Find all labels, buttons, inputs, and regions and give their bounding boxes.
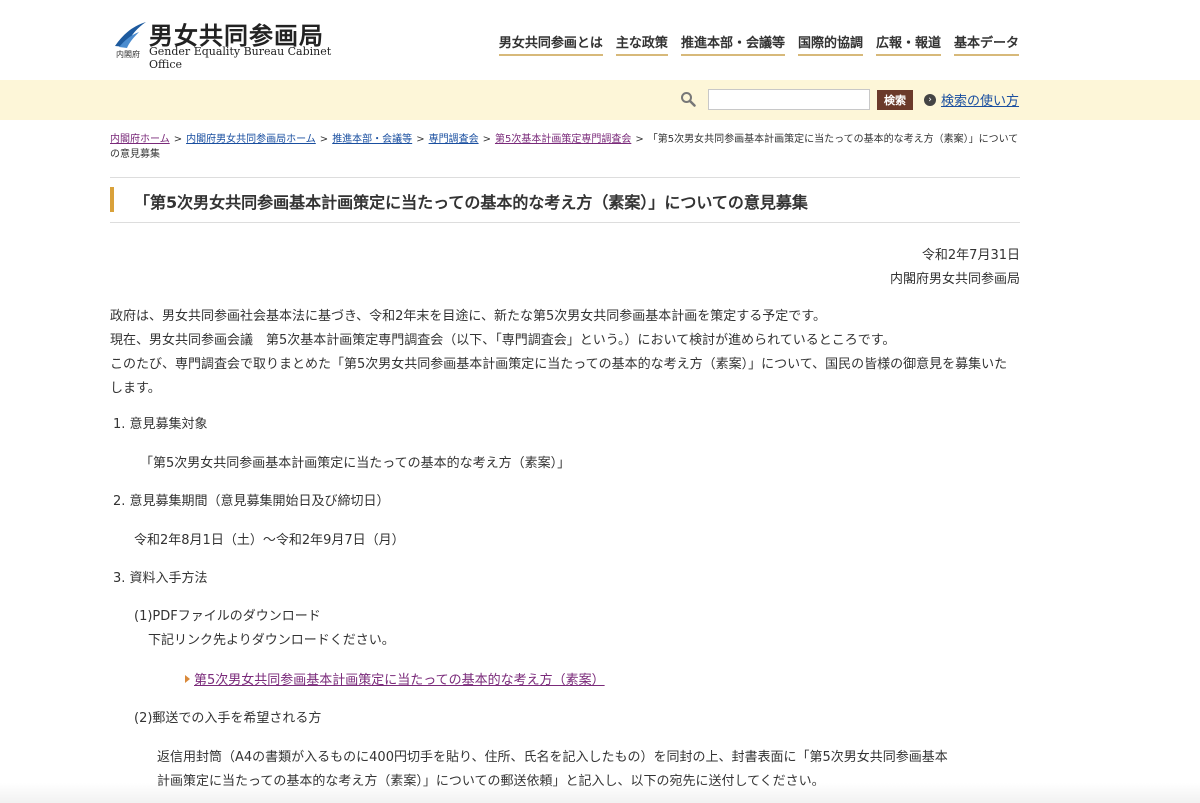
chevron-right-icon: ›: [924, 93, 936, 106]
search-help-link[interactable]: › 検索の使い方: [924, 90, 1019, 109]
breadcrumb: 内閣府ホーム > 内閣府男女共同参画局ホーム > 推進本部・会議等 > 専門調査会 > 第5次基…: [110, 134, 1019, 160]
intro-paragraph: 政府は、男女共同参画社会基本法に基づき、令和2年末を目途に、新たな第5次男女共同…: [110, 309, 826, 324]
pdf-download-link[interactable]: 第5次男女共同参画基本計画策定に当たっての基本的な考え方（素案）: [185, 669, 605, 688]
nav-item-data[interactable]: 基本データ: [953, 32, 1019, 56]
nav-item-council[interactable]: 推進本部・会議等: [680, 32, 785, 56]
section-period-body: 令和2年8月1日（土）～令和2年9月7日（月）: [134, 533, 405, 548]
nav-item-policy[interactable]: 主な政策: [615, 32, 668, 56]
pdf-download-label: 第5次男女共同参画基本計画策定に当たっての基本的な考え方（素案）: [194, 673, 605, 688]
arrow-right-icon: [185, 674, 190, 683]
subsection-pdf-heading: (1)PDFファイルのダウンロード: [134, 609, 321, 624]
section-heading-period: 2. 意見募集期間（意見募集開始日及び締切日）: [113, 494, 390, 509]
publish-info: 令和2年7月31日 内閣府男女共同参画局: [890, 244, 1020, 292]
publisher: 内閣府男女共同参画局: [889, 272, 1020, 287]
breadcrumb-gender-home[interactable]: 内閣府男女共同参画局ホーム: [186, 134, 316, 145]
breadcrumb-council[interactable]: 推進本部・会議等: [332, 134, 412, 145]
breadcrumb-expert-committee[interactable]: 専門調査会: [429, 134, 479, 145]
site-logo[interactable]: 内閣府 男女共同参画局 Gender Equality Bureau Cabin…: [113, 18, 353, 71]
subsection-mail-heading: (2)郵送での入手を希望される方: [134, 711, 322, 726]
section-target-body: 「第5次男女共同参画基本計画策定に当たっての基本的な考え方（素案）」: [140, 456, 571, 471]
publish-date: 令和2年7月31日: [921, 248, 1020, 263]
subsection-pdf-body: 下記リンク先よりダウンロードください。: [148, 633, 395, 648]
page-title-box: 「第5次男女共同参画基本計画策定に当たっての基本的な考え方（素案）」についての意…: [110, 177, 1020, 223]
nav-item-press[interactable]: 広報・報道: [875, 32, 941, 56]
logo-office-label: 内閣府: [116, 50, 140, 59]
search-icon: [681, 92, 696, 107]
mail-paragraph: 返信用封筒（A4の書類が入るものに400円切手を貼り、住所、氏名を記入したもの）…: [157, 750, 948, 765]
intro-paragraph: このたび、専門調査会で取りまとめた「第5次男女共同参画基本計画策定に当たっての基…: [110, 357, 1008, 396]
title-accent-bar: [110, 187, 114, 212]
search-button[interactable]: 検索: [877, 90, 913, 110]
global-nav: 男女共同参画とは 主な政策 推進本部・会議等 国際的協調 広報・報道 基本データ: [498, 32, 1019, 56]
nav-item-about[interactable]: 男女共同参画とは: [498, 32, 603, 56]
site-header: 内閣府 男女共同参画局 Gender Equality Bureau Cabin…: [0, 0, 1200, 80]
logo-subtitle: Gender Equality Bureau Cabinet Office: [149, 45, 332, 71]
section-heading-target: 1. 意見募集対象: [113, 417, 208, 432]
breadcrumb-cao-home[interactable]: 内閣府ホーム: [110, 134, 170, 145]
breadcrumb-5th-plan-committee[interactable]: 第5次基本計画策定専門調査会: [495, 134, 631, 145]
section-heading-materials: 3. 資料入手方法: [113, 571, 208, 586]
search-help-label: 検索の使い方: [941, 94, 1020, 109]
intro-text: 政府は、男女共同参画社会基本法に基づき、令和2年末を目途に、新たな第5次男女共同…: [110, 305, 1020, 401]
page-title: 「第5次男女共同参画基本計画策定に当たっての基本的な考え方（素案）」についての意…: [134, 193, 808, 212]
bird-logo-icon: [115, 22, 146, 48]
search-bar: [0, 80, 1200, 120]
intro-paragraph: 現在、男女共同参画会議 第5次基本計画策定専門調査会（以下、「専門調査会」という…: [110, 333, 896, 348]
scroll-fade: [0, 783, 1200, 803]
search-input[interactable]: [708, 89, 870, 110]
nav-item-international[interactable]: 国際的協調: [797, 32, 863, 56]
